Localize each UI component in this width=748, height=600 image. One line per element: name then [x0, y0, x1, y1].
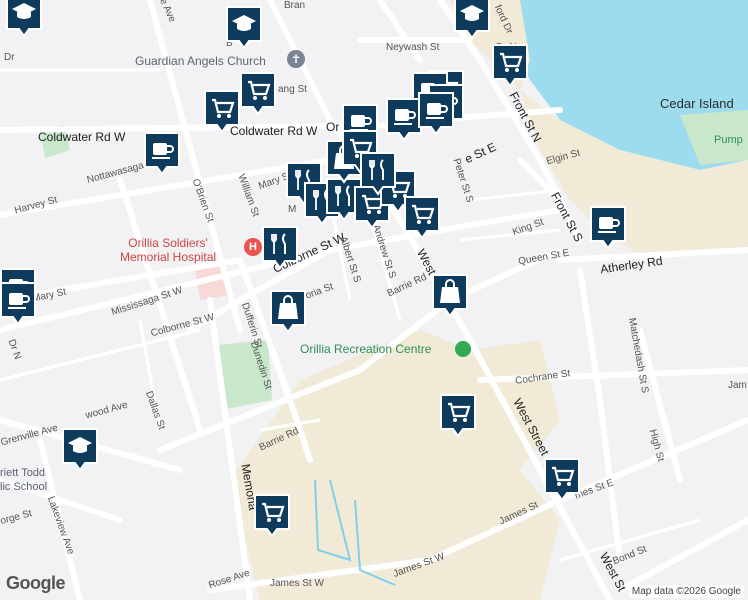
marker-restaurant[interactable]: [262, 226, 298, 270]
coffee-cup-icon: [0, 282, 36, 326]
marker-cafe[interactable]: [0, 282, 36, 326]
marker-school[interactable]: [62, 428, 98, 472]
marker-restaurant[interactable]: [360, 152, 396, 196]
marker-grocery[interactable]: [544, 458, 580, 502]
coldwater-rd-label-2: Coldwater Rd W: [230, 124, 318, 138]
map-attribution[interactable]: Map data ©2026 Google: [628, 585, 744, 598]
marker-grocery[interactable]: [404, 196, 440, 240]
marker-grocery[interactable]: [492, 44, 528, 88]
coldwater-rd-label: Coldwater Rd W: [38, 130, 126, 144]
marker-grocery[interactable]: [204, 90, 240, 134]
james-st-w-label-1: James St W: [270, 578, 324, 589]
shopping-cart-icon: [544, 458, 580, 502]
church-icon[interactable]: ✝: [287, 50, 305, 68]
coffee-cup-icon: [144, 132, 180, 176]
school-icon: [454, 0, 490, 40]
marker-store[interactable]: [270, 290, 306, 334]
school-icon: [226, 6, 262, 50]
recreation-pin-icon[interactable]: [455, 341, 471, 357]
ang-st-label: ang St: [278, 84, 307, 95]
marker-cafe[interactable]: [590, 206, 626, 250]
map-base: [0, 0, 748, 600]
orillia-label-partial: Or: [326, 120, 340, 134]
marker-cafe[interactable]: [144, 132, 180, 176]
fork-knife-icon: [262, 226, 298, 270]
neywash-st-label: Neywash St: [386, 42, 440, 53]
shopping-cart-icon: [240, 72, 276, 116]
shopping-bag-icon: [432, 274, 468, 318]
marker-cafe[interactable]: [418, 92, 454, 136]
marker-school[interactable]: [6, 0, 42, 38]
marker-grocery[interactable]: [240, 72, 276, 116]
marker-school[interactable]: [226, 6, 262, 50]
shopping-cart-icon: [440, 394, 476, 438]
coffee-cup-icon: [386, 98, 422, 142]
coffee-cup-icon: [590, 206, 626, 250]
pump-label: Pump: [714, 134, 743, 146]
school-label: riett Todd lic School: [0, 467, 48, 493]
hospital-label: Orillia Soldiers' Memorial Hospital: [120, 236, 217, 264]
school-icon: [6, 0, 42, 38]
recreation-centre-label: Orillia Recreation Centre: [300, 342, 432, 356]
school-icon: [62, 428, 98, 472]
james-st-far-label: Jam: [728, 380, 747, 391]
coffee-cup-icon: [418, 92, 454, 136]
map-canvas[interactable]: Guardian Angels Church ✝ Cedar Island Pu…: [0, 0, 748, 600]
guardian-angels-church-label: Guardian Angels Church: [135, 54, 266, 68]
marker-grocery[interactable]: [440, 394, 476, 438]
bran-label: Bran: [284, 0, 306, 11]
shopping-bag-icon: [270, 290, 306, 334]
marker-store[interactable]: [432, 274, 468, 318]
fork-knife-icon: [360, 152, 396, 196]
google-logo: Google: [6, 573, 66, 593]
marker-grocery[interactable]: [254, 494, 290, 538]
hospital-icon[interactable]: H: [244, 238, 262, 256]
shopping-cart-icon: [254, 494, 290, 538]
marker-cafe[interactable]: [386, 98, 422, 142]
cedar-island-label: Cedar Island: [660, 96, 734, 111]
shopping-cart-icon: [492, 44, 528, 88]
drive-left-label: Dr: [4, 52, 15, 63]
shopping-cart-icon: [404, 196, 440, 240]
marker-school[interactable]: [454, 0, 490, 40]
shopping-cart-icon: [204, 90, 240, 134]
